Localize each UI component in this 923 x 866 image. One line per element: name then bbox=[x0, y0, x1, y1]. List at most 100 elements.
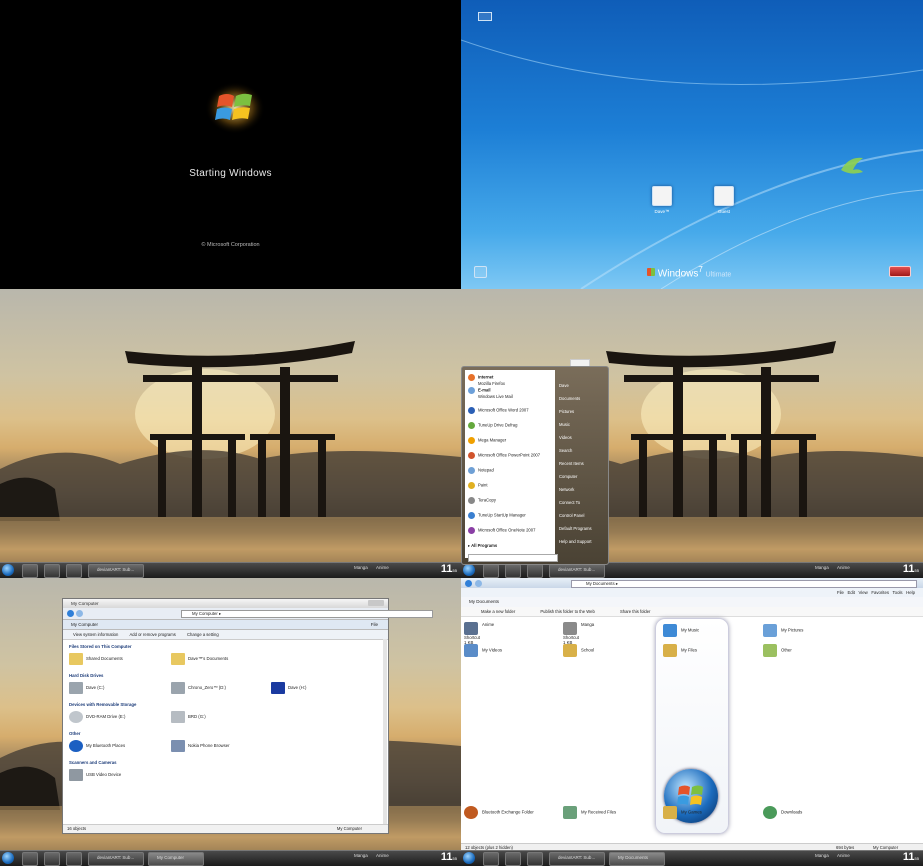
user-documents-item[interactable]: Dave™'s Documents bbox=[171, 653, 228, 665]
deviantart-quicklaunch-icon[interactable] bbox=[527, 852, 543, 866]
start-item-mega-manager[interactable]: Mega Manager bbox=[468, 437, 506, 444]
taskbar-task-my-computer[interactable]: My Computer bbox=[148, 852, 204, 866]
file-menu[interactable]: File bbox=[371, 620, 378, 629]
start-orb-icon[interactable] bbox=[463, 852, 475, 864]
bluetooth-exchange-item[interactable]: Bluetooth Exchange Folder bbox=[464, 806, 534, 819]
bd-drive-item[interactable]: BRD (G:) bbox=[171, 711, 206, 723]
tray-anime[interactable]: Anime bbox=[837, 565, 850, 570]
taskbar-task-my-documents[interactable]: My Documents bbox=[609, 852, 665, 866]
start-item-paint[interactable]: Paint bbox=[468, 482, 488, 489]
start-search-input[interactable] bbox=[468, 554, 558, 562]
explorer-quicklaunch-icon[interactable] bbox=[505, 564, 521, 578]
bluetooth-places-item[interactable]: My Bluetooth Places bbox=[69, 740, 125, 752]
start-link-connect-to[interactable]: Connect To bbox=[559, 500, 592, 513]
firefox-quicklaunch-icon[interactable] bbox=[22, 564, 38, 578]
view-system-info-button[interactable]: View system information bbox=[73, 632, 118, 637]
dvd-drive-item[interactable]: DVD-RAM Drive (E:) bbox=[69, 711, 125, 723]
taskbar-task[interactable]: deviantART: Sub... bbox=[549, 852, 605, 866]
shutdown-button[interactable] bbox=[889, 266, 911, 277]
start-orb-icon[interactable] bbox=[2, 564, 14, 576]
start-item-email[interactable]: E-mail Windows Live Mail bbox=[468, 387, 513, 399]
my-music-item[interactable]: My Music bbox=[663, 624, 699, 637]
tray-manga[interactable]: Manga bbox=[354, 565, 368, 570]
start-orb-icon[interactable] bbox=[2, 852, 14, 864]
taskbar-task[interactable]: deviantART: Sub... bbox=[88, 852, 144, 866]
tray-anime[interactable]: Anime bbox=[376, 853, 389, 858]
received-files-item[interactable]: My Received Files bbox=[563, 806, 616, 819]
change-setting-button[interactable]: Change a setting bbox=[187, 632, 219, 637]
firefox-quicklaunch-icon[interactable] bbox=[22, 852, 38, 866]
user-tile-guest[interactable]: Guest bbox=[704, 186, 744, 214]
window-titlebar[interactable]: My Computer bbox=[63, 599, 388, 608]
address-input[interactable]: My Computer ▸ bbox=[181, 610, 433, 618]
usb-video-item[interactable]: USB Video Device bbox=[69, 769, 121, 781]
start-item-startup-manager[interactable]: TuneUp StartUp Manager bbox=[468, 512, 526, 519]
deviantart-quicklaunch-icon[interactable] bbox=[66, 852, 82, 866]
start-link-videos[interactable]: Videos bbox=[559, 435, 592, 448]
menu-edit[interactable]: Edit bbox=[848, 590, 855, 595]
drive-c-item[interactable]: Dave (C:) bbox=[69, 682, 104, 694]
explorer-quicklaunch-icon[interactable] bbox=[505, 852, 521, 866]
menu-help[interactable]: Help bbox=[906, 590, 915, 595]
menu-file[interactable]: File bbox=[837, 590, 844, 595]
publish-folder-button[interactable]: Publish this folder to the Web bbox=[540, 609, 594, 614]
start-link-documents[interactable]: Documents bbox=[559, 396, 592, 409]
user-tile-dave[interactable]: Dave™ bbox=[642, 186, 682, 214]
ease-of-access-icon[interactable] bbox=[474, 266, 487, 278]
vertical-scrollbar[interactable] bbox=[383, 639, 387, 824]
start-link-help[interactable]: Help and Support bbox=[559, 539, 592, 552]
drive-h-item[interactable]: Dave (H:) bbox=[271, 682, 306, 694]
window-close-button[interactable] bbox=[368, 600, 384, 606]
start-link-default-programs[interactable]: Default Programs bbox=[559, 526, 592, 539]
start-link-user[interactable]: Dave bbox=[559, 383, 592, 396]
nokia-browser-item[interactable]: Nokia Phone Browser bbox=[171, 740, 230, 752]
start-item-teracopy[interactable]: TeraCopy bbox=[468, 497, 496, 504]
start-item-internet[interactable]: Internet Mozilla Firefox bbox=[468, 374, 505, 386]
forward-button-icon[interactable] bbox=[475, 580, 482, 587]
start-orb-icon[interactable] bbox=[463, 564, 475, 576]
taskbar-clock[interactable]: 1155 bbox=[903, 851, 919, 863]
taskbar-clock[interactable]: 1155 bbox=[441, 851, 457, 863]
taskbar-clock[interactable]: 1155 bbox=[903, 563, 919, 575]
taskbar-clock[interactable]: 1155 bbox=[441, 563, 457, 575]
start-item-notepad[interactable]: Notepad bbox=[468, 467, 494, 474]
all-programs-button[interactable]: ▸ All Programs bbox=[468, 543, 497, 548]
start-item-drive-defrag[interactable]: TuneUp Drive Defrag bbox=[468, 422, 517, 429]
start-link-recent[interactable]: Recent Items bbox=[559, 461, 592, 474]
start-link-search[interactable]: Search bbox=[559, 448, 592, 461]
forward-button-icon[interactable] bbox=[76, 610, 83, 617]
other-folder-item[interactable]: Other bbox=[763, 644, 792, 657]
start-link-music[interactable]: Music bbox=[559, 422, 592, 435]
tray-manga[interactable]: Manga bbox=[354, 853, 368, 858]
manga-shortcut-item[interactable]: Manga Shortcut 1 KB bbox=[563, 622, 594, 645]
start-item-powerpoint[interactable]: Microsoft Office PowerPoint 2007 bbox=[468, 452, 540, 459]
explorer-quicklaunch-icon[interactable] bbox=[44, 564, 60, 578]
firefox-quicklaunch-icon[interactable] bbox=[483, 564, 499, 578]
my-pictures-item[interactable]: My Pictures bbox=[763, 624, 803, 637]
taskbar-task[interactable]: deviantART: Sub... bbox=[549, 564, 605, 578]
tray-manga[interactable]: Manga bbox=[815, 853, 829, 858]
back-button-icon[interactable] bbox=[67, 610, 74, 617]
my-videos-item[interactable]: My Videos bbox=[464, 644, 502, 657]
anime-shortcut-item[interactable]: Anime Shortcut 1 KB bbox=[464, 622, 494, 645]
my-games-item[interactable]: My Games bbox=[663, 806, 702, 819]
accessibility-corner-button[interactable] bbox=[478, 12, 492, 21]
start-link-control-panel[interactable]: Control Panel bbox=[559, 513, 592, 526]
back-button-icon[interactable] bbox=[465, 580, 472, 587]
my-files-item[interactable]: My Files bbox=[663, 644, 697, 657]
start-link-computer[interactable]: Computer bbox=[559, 474, 592, 487]
add-remove-programs-button[interactable]: Add or remove programs bbox=[129, 632, 175, 637]
school-folder-item[interactable]: School bbox=[563, 644, 594, 657]
tab-my-computer[interactable]: My Computer File bbox=[63, 620, 388, 630]
downloads-item[interactable]: Downloads bbox=[763, 806, 802, 819]
menu-favorites[interactable]: Favorites bbox=[871, 590, 889, 595]
share-folder-button[interactable]: Share this folder bbox=[620, 609, 651, 614]
new-folder-button[interactable]: Make a new folder bbox=[481, 609, 515, 614]
firefox-quicklaunch-icon[interactable] bbox=[483, 852, 499, 866]
start-item-word[interactable]: Microsoft Office Word 2007 bbox=[468, 407, 529, 414]
deviantart-quicklaunch-icon[interactable] bbox=[527, 564, 543, 578]
drive-d-item[interactable]: Chrono_Zero™ (D:) bbox=[171, 682, 226, 694]
deviantart-quicklaunch-icon[interactable] bbox=[66, 564, 82, 578]
tray-anime[interactable]: Anime bbox=[837, 853, 850, 858]
start-item-onenote[interactable]: Microsoft Office OneNote 2007 bbox=[468, 527, 535, 534]
